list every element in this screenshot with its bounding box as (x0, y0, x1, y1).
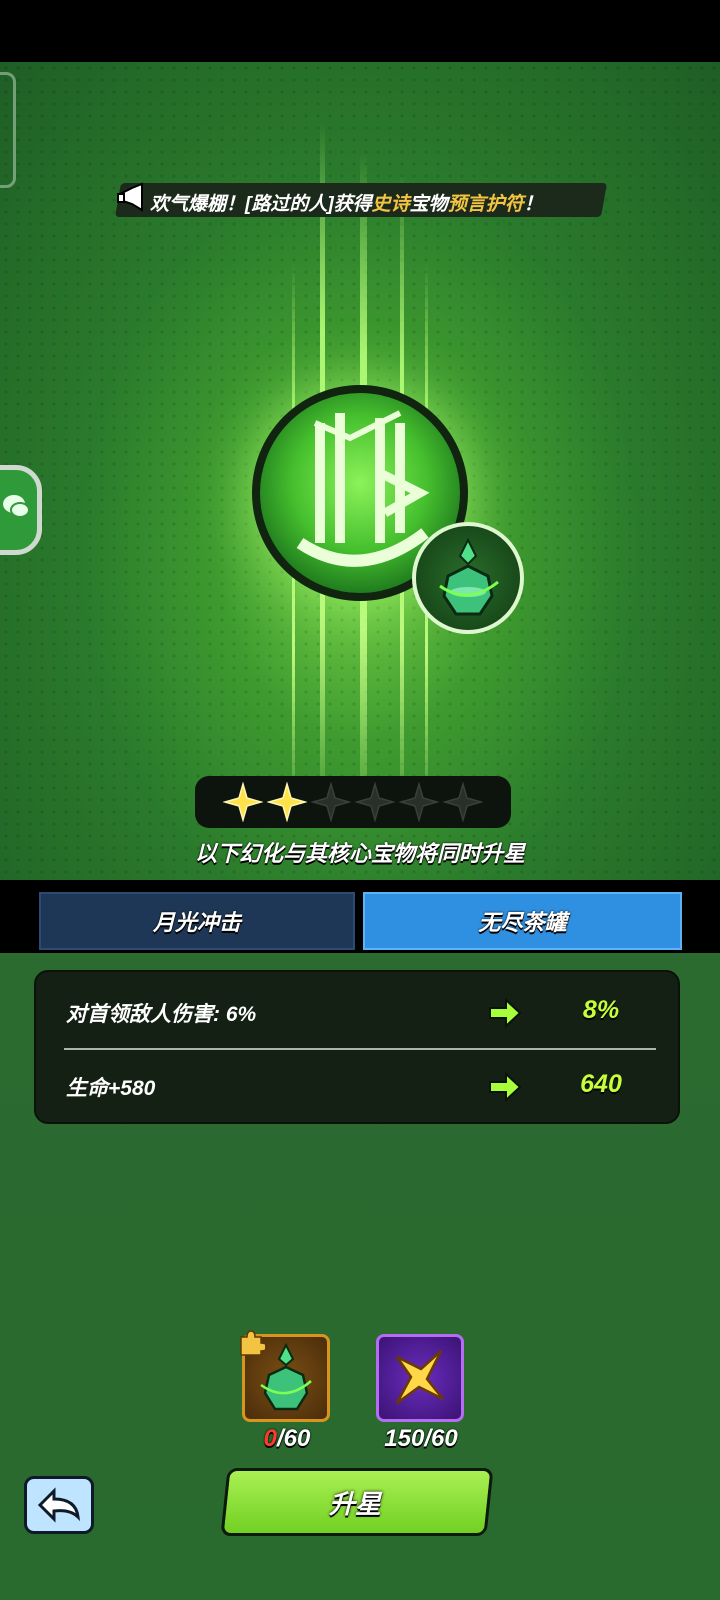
stat-next-value: 640 (580, 1070, 622, 1098)
upgrade-star-label: 升星 (328, 1488, 381, 1519)
material-count: 150/60 (361, 1425, 481, 1453)
tab-endless-tea-jar[interactable]: 无尽茶罐 (363, 892, 682, 950)
tab-moonlight-strike[interactable]: 月光冲击 (39, 892, 355, 950)
jade-jar-treasure-icon[interactable] (412, 522, 524, 634)
material-gold-star[interactable] (376, 1334, 464, 1422)
star-empty-icon (443, 782, 483, 822)
jade-jar-icon (439, 537, 499, 616)
stat-label: 对首领敌人伤害: 6% (66, 1003, 257, 1026)
material-have: 150 (384, 1425, 425, 1452)
gold-star-icon (395, 1350, 444, 1405)
megaphone-icon (114, 180, 150, 216)
star-empty-icon (311, 782, 351, 822)
chat-button[interactable] (0, 465, 42, 555)
side-panel-edge[interactable] (0, 72, 16, 188)
back-arrow-icon (37, 1487, 80, 1523)
chat-bubble-icon (1, 491, 31, 529)
stat-next-value: 8% (582, 996, 620, 1024)
star-empty-icon (399, 782, 439, 822)
announcement-text: 欢气爆棚！[路过的人]获得史诗宝物预言护符！ (150, 189, 600, 215)
announcement-rarity: 史诗 (371, 194, 410, 215)
material-count: 0/60 (227, 1425, 347, 1453)
stat-row: 对首领敌人伤害: 6% 8% (36, 984, 682, 1044)
arrow-right-icon (489, 1071, 522, 1103)
puzzle-piece-icon (240, 1330, 265, 1356)
star-filled-icon (267, 782, 307, 822)
upgrade-caption: 以下幻化与其核心宝物将同时升星 (194, 841, 525, 866)
material-need: /60 (276, 1425, 311, 1452)
star-filled-icon (223, 782, 263, 822)
arrow-right-icon (489, 997, 522, 1029)
back-button[interactable] (24, 1476, 94, 1534)
star-empty-icon (355, 782, 395, 822)
material-need: /60 (424, 1425, 458, 1452)
star-rating (195, 776, 511, 828)
status-bar (0, 0, 720, 62)
stat-row: 生命+580 640 (36, 1058, 682, 1118)
announcement-middle: 宝物 (409, 194, 448, 215)
announcement-item: 预言护符 (447, 194, 524, 215)
announcement-prefix: 欢气爆棚！[路过的人]获得 (150, 194, 372, 215)
stats-panel: 对首领敌人伤害: 6% 8% 生命+580 640 (34, 970, 680, 1124)
announcement-suffix: ！ (523, 194, 543, 215)
material-have: 0 (263, 1425, 277, 1452)
material-jade-jar-shard[interactable] (240, 1330, 330, 1422)
stats-divider (64, 1048, 656, 1050)
stat-label: 生命+580 (66, 1077, 156, 1100)
